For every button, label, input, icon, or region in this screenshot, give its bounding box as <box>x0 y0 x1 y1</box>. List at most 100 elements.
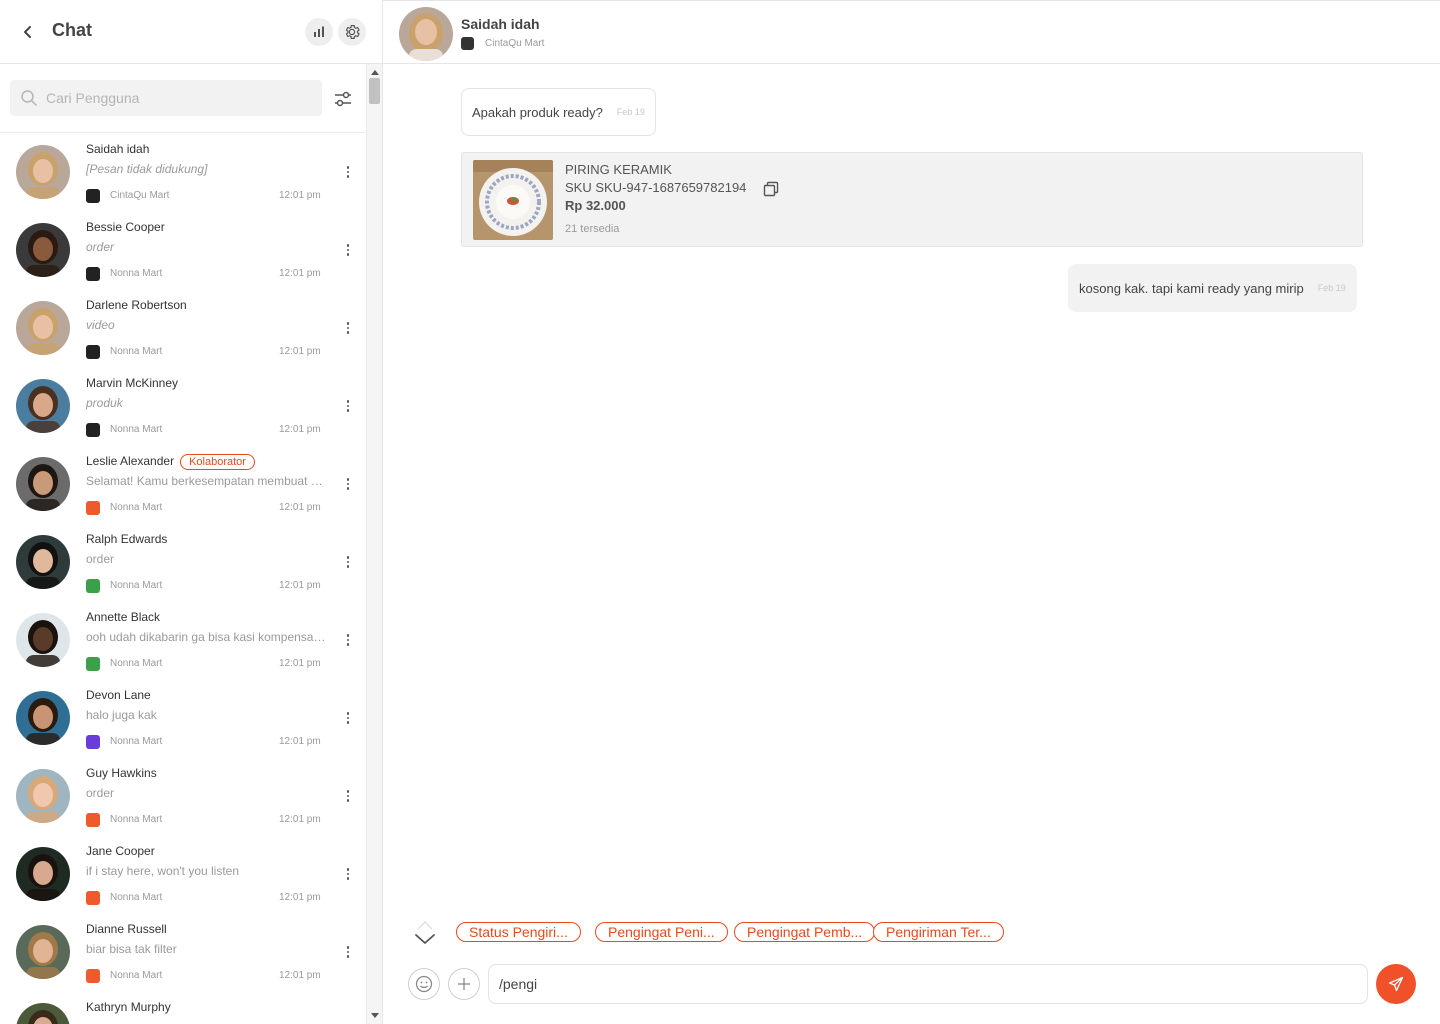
shop-name: Nonna Mart <box>110 970 163 981</box>
shop-icon <box>86 345 100 359</box>
shop-name: Nonna Mart <box>110 502 163 513</box>
chat-list-item[interactable]: Annette Black ooh udah dikabarin ga bisa… <box>0 601 366 679</box>
shop-icon <box>86 579 100 593</box>
chat-list-item[interactable]: Ralph Edwards order Nonna Mart 12:01 pm <box>0 523 366 601</box>
chat-list-item[interactable]: Dianne Russell biar bisa tak filter Nonn… <box>0 913 366 991</box>
product-stock: 21 tersedia <box>565 223 620 235</box>
emoji-button[interactable] <box>408 968 440 1000</box>
contact-name: Darlene Robertson <box>86 298 187 312</box>
avatar <box>16 769 70 823</box>
more-options-icon[interactable] <box>340 631 356 649</box>
shop-icon <box>86 267 100 281</box>
gear-icon <box>345 25 360 39</box>
more-options-icon[interactable] <box>340 319 356 337</box>
more-options-icon[interactable] <box>340 553 356 571</box>
chat-item-name-row: Bessie Cooper <box>86 220 165 234</box>
quick-reply-chip[interactable]: Status Pengiri... <box>456 922 581 942</box>
shop-name: Nonna Mart <box>110 346 163 357</box>
product-card[interactable]: PIRING KERAMIK SKU SKU-947-1687659782194… <box>461 152 1363 247</box>
attach-button[interactable] <box>448 968 480 1000</box>
contact-name: Leslie Alexander <box>86 454 175 468</box>
chat-list-item[interactable]: Kathryn Murphy <box>0 991 366 1024</box>
search-icon <box>21 90 37 106</box>
last-message: order <box>86 786 115 800</box>
chat-item-name-row: Annette Black <box>86 610 160 624</box>
send-button[interactable] <box>1376 964 1416 1004</box>
product-sku: SKU SKU-947-1687659782194 <box>565 180 747 195</box>
last-message: halo juga kak <box>86 708 157 722</box>
conversation-panel: Saidah idah CintaQu Mart Apakah produk r… <box>383 0 1440 1024</box>
contact-name: Devon Lane <box>86 688 151 702</box>
chevron-left-icon <box>24 26 31 38</box>
shop-name: Nonna Mart <box>110 814 163 825</box>
scroll-thumb[interactable] <box>369 78 380 104</box>
bar-chart-icon <box>314 26 324 37</box>
last-message: biar bisa tak filter <box>86 942 177 956</box>
more-options-icon[interactable] <box>340 943 356 961</box>
shop-name: Nonna Mart <box>110 268 163 279</box>
shop-icon <box>86 813 100 827</box>
chat-list-item[interactable]: Guy Hawkins order Nonna Mart 12:01 pm <box>0 757 366 835</box>
last-message: produk <box>86 396 123 410</box>
conversation-header: Saidah idah CintaQu Mart <box>383 0 1440 64</box>
search-input[interactable] <box>46 80 316 116</box>
more-options-icon[interactable] <box>340 163 356 181</box>
chat-list-item[interactable]: Leslie Alexander Kolaborator Selamat! Kam… <box>0 445 366 523</box>
message-time: 12:01 pm <box>279 268 321 279</box>
stats-button[interactable] <box>305 18 333 46</box>
quick-reply-chip[interactable]: Pengingat Pemb... <box>734 922 876 942</box>
chat-list-item[interactable]: Marvin McKinney produk Nonna Mart 12:01 … <box>0 367 366 445</box>
scroll-down-icon[interactable] <box>371 1013 379 1018</box>
copy-icon[interactable] <box>762 180 780 198</box>
chat-list-item[interactable]: Bessie Cooper order Nonna Mart 12:01 pm <box>0 211 366 289</box>
last-message: order <box>86 240 115 254</box>
incoming-message: Apakah produk ready? Feb 19 <box>461 88 656 136</box>
shop-icon <box>86 735 100 749</box>
more-options-icon[interactable] <box>340 475 356 493</box>
shop-icon <box>86 501 100 515</box>
more-options-icon[interactable] <box>340 397 356 415</box>
back-button[interactable] <box>14 18 42 46</box>
chat-list-item[interactable]: Darlene Robertson video Nonna Mart 12:01… <box>0 289 366 367</box>
message-time: 12:01 pm <box>279 658 321 669</box>
chat-list-item[interactable]: Saidah idah [Pesan tidak didukung] Cinta… <box>0 133 366 211</box>
chat-list-item[interactable]: Devon Lane halo juga kak Nonna Mart 12:0… <box>0 679 366 757</box>
product-image <box>473 160 553 240</box>
quick-reply-chip[interactable]: Pengingat Peni... <box>595 922 728 942</box>
avatar <box>16 925 70 979</box>
more-options-icon[interactable] <box>340 709 356 727</box>
avatar[interactable] <box>399 7 453 61</box>
message-input[interactable] <box>488 964 1368 1004</box>
filter-button[interactable] <box>330 86 356 112</box>
contact-name: Bessie Cooper <box>86 220 165 234</box>
page-title: Chat <box>52 20 92 40</box>
shop-name: Nonna Mart <box>110 658 163 669</box>
avatar <box>16 535 70 589</box>
message-time: 12:01 pm <box>279 502 321 513</box>
avatar <box>16 847 70 901</box>
message-time: 12:01 pm <box>279 580 321 591</box>
more-options-icon[interactable] <box>340 787 356 805</box>
message-time: 12:01 pm <box>279 814 321 825</box>
chat-list-item[interactable]: Jane Cooper if i stay here, won't you li… <box>0 835 366 913</box>
last-message: order <box>86 552 115 566</box>
chat-app: Chat Saidah i <box>0 0 1440 1024</box>
chat-list: Saidah idah [Pesan tidak didukung] Cinta… <box>0 133 366 1024</box>
quick-reply-chip[interactable]: Pengiriman Ter... <box>873 922 1004 942</box>
last-message: [Pesan tidak didukung] <box>86 162 208 176</box>
send-icon <box>1388 976 1404 992</box>
contact-name: Saidah idah <box>86 142 150 156</box>
chat-item-name-row: Devon Lane <box>86 688 151 702</box>
collaborator-badge: Kolaborator <box>180 454 255 470</box>
message-text: kosong kak. tapi kami ready yang mirip <box>1079 280 1304 296</box>
more-options-icon[interactable] <box>340 865 356 883</box>
shop-icon <box>86 969 100 983</box>
sidebar-scrollbar[interactable] <box>366 64 382 1024</box>
quick-reply-toggle[interactable] <box>411 920 439 948</box>
message-time: Feb 19 <box>616 107 645 117</box>
more-options-icon[interactable] <box>340 241 356 259</box>
last-message: Selamat! Kamu berkesempatan membuat Sho.… <box>86 474 330 488</box>
scroll-up-icon[interactable] <box>371 70 379 75</box>
settings-button[interactable] <box>338 18 366 46</box>
shop-icon <box>86 423 100 437</box>
